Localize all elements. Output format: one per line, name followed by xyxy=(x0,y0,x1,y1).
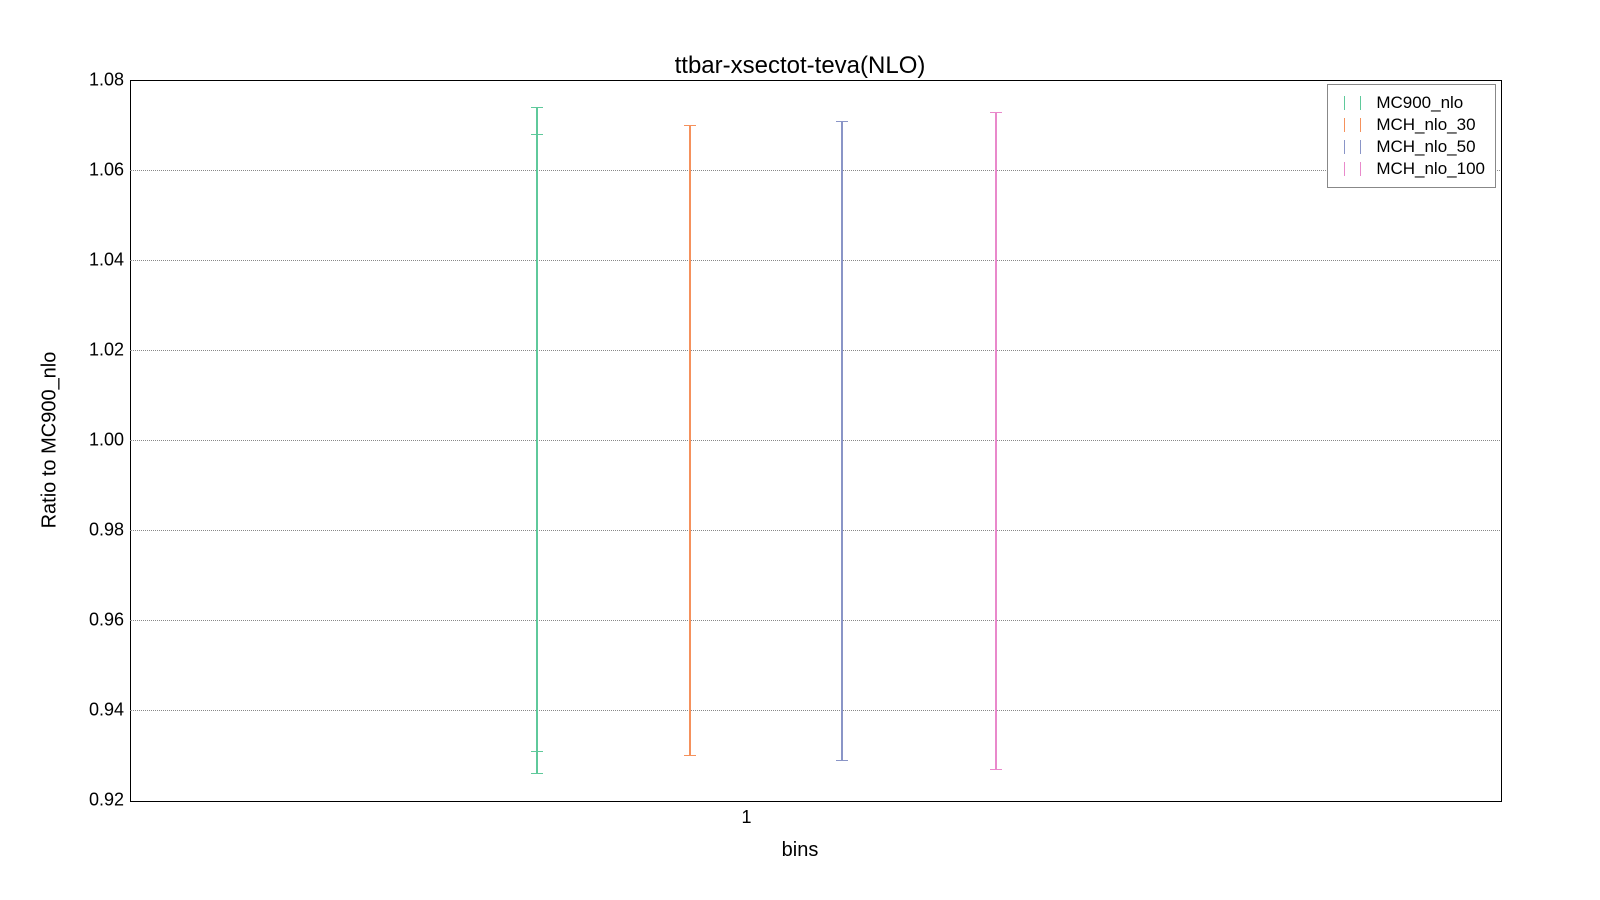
gridline xyxy=(130,440,1500,441)
gridline xyxy=(130,170,1500,171)
gridline xyxy=(130,530,1500,531)
error-cap xyxy=(836,760,848,761)
legend-label: MCH_nlo_50 xyxy=(1376,137,1475,157)
legend-item: MC900_nlo xyxy=(1338,93,1485,113)
legend-marker-icon xyxy=(1338,96,1368,110)
error-cap xyxy=(836,121,848,122)
error-cap-inner xyxy=(531,134,543,135)
legend: MC900_nloMCH_nlo_30MCH_nlo_50MCH_nlo_100 xyxy=(1327,84,1496,188)
y-tick-label: 1.00 xyxy=(89,430,124,451)
y-tick-label: 0.94 xyxy=(89,700,124,721)
y-tick-label: 0.98 xyxy=(89,520,124,541)
error-cap-inner xyxy=(531,751,543,752)
legend-item: MCH_nlo_100 xyxy=(1338,159,1485,179)
error-bar xyxy=(841,121,843,760)
error-bar xyxy=(995,112,997,769)
legend-label: MCH_nlo_100 xyxy=(1376,159,1485,179)
y-tick-label: 1.04 xyxy=(89,250,124,271)
error-cap xyxy=(990,112,1002,113)
y-tick-label: 0.92 xyxy=(89,790,124,811)
gridline xyxy=(130,350,1500,351)
error-cap xyxy=(531,773,543,774)
x-tick-label: 1 xyxy=(741,807,751,828)
error-cap xyxy=(684,125,696,126)
x-axis-label: bins xyxy=(0,839,1600,862)
chart-container: ttbar-xsectot-teva(NLO) Ratio to MC900_n… xyxy=(0,0,1600,900)
chart-title: ttbar-xsectot-teva(NLO) xyxy=(0,52,1600,80)
legend-marker-icon xyxy=(1338,118,1368,132)
error-bar xyxy=(536,107,538,773)
error-cap xyxy=(531,107,543,108)
gridline xyxy=(130,710,1500,711)
legend-label: MCH_nlo_30 xyxy=(1376,115,1475,135)
y-tick-label: 1.06 xyxy=(89,160,124,181)
gridline xyxy=(130,620,1500,621)
y-tick-label: 1.08 xyxy=(89,70,124,91)
legend-marker-icon xyxy=(1338,140,1368,154)
error-cap xyxy=(990,769,1002,770)
y-tick-label: 0.96 xyxy=(89,610,124,631)
legend-item: MCH_nlo_30 xyxy=(1338,115,1485,135)
error-cap xyxy=(684,755,696,756)
y-tick-label: 1.02 xyxy=(89,340,124,361)
error-bar xyxy=(689,125,691,755)
gridline xyxy=(130,260,1500,261)
legend-item: MCH_nlo_50 xyxy=(1338,137,1485,157)
y-axis-label: Ratio to MC900_nlo xyxy=(39,352,62,529)
legend-label: MC900_nlo xyxy=(1376,93,1463,113)
plot-area xyxy=(130,80,1502,802)
legend-marker-icon xyxy=(1338,162,1368,176)
